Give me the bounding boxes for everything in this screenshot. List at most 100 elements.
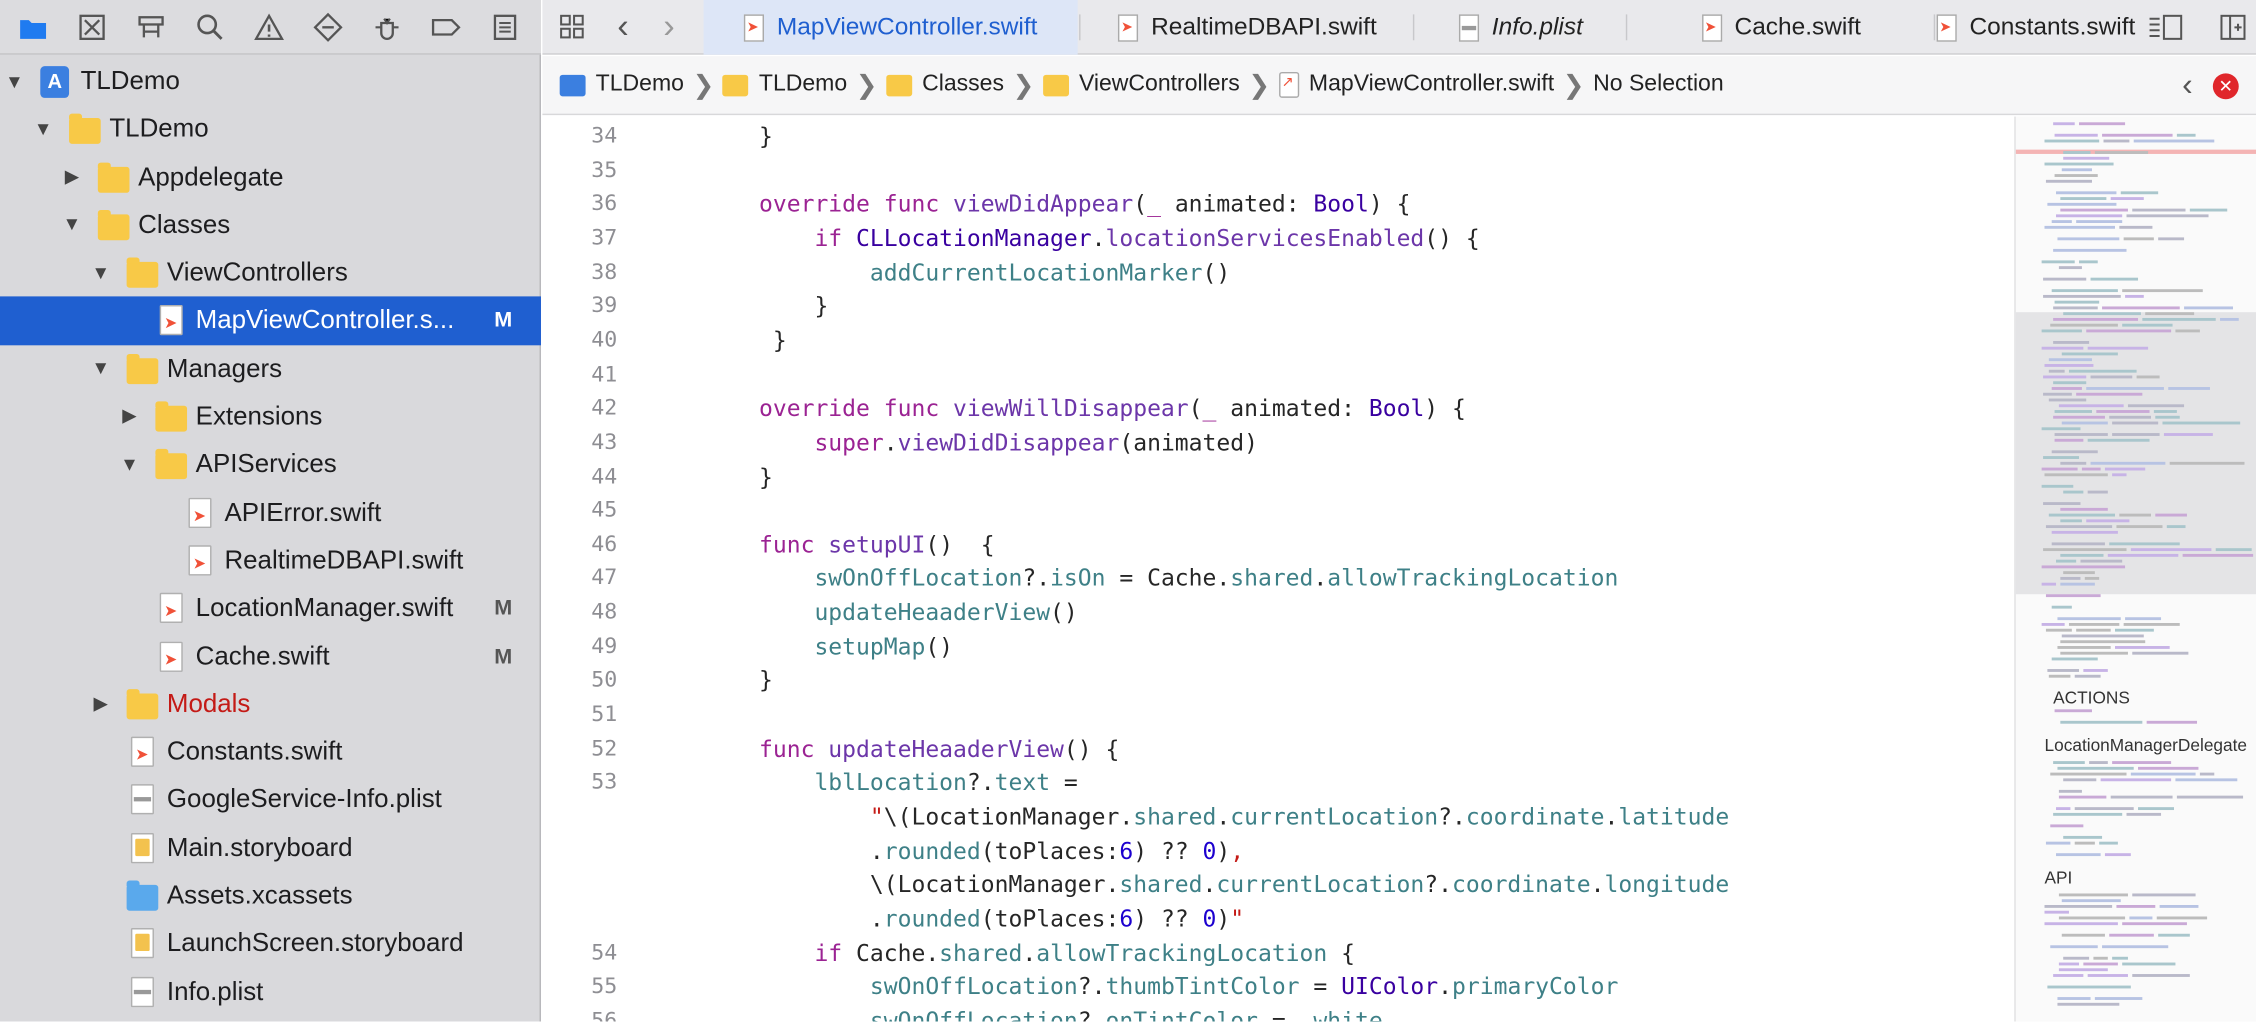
tree-row[interactable]: ▼ ViewControllers (0, 249, 541, 297)
tree-row[interactable]: Info.plist (0, 968, 541, 1016)
tab-separator (1933, 14, 1936, 41)
code-line[interactable]: 55 swOnOffLocation?.thumbTintColor = UIC… (542, 970, 2012, 1004)
minimap-code-line (2083, 669, 2108, 672)
minimap[interactable]: ACTIONS LocationManagerDelegate API (2014, 116, 2256, 1022)
source-control-icon[interactable] (66, 1, 118, 53)
code-token: allowTrackingLocation (1327, 564, 1619, 592)
tree-row[interactable]: ▼ Classes (0, 201, 541, 249)
breadcrumb-item[interactable]: Classes (886, 72, 1004, 98)
back-chevron-icon[interactable]: ‹ (606, 0, 641, 55)
disclosure-open-icon[interactable]: ▼ (63, 214, 82, 236)
editor-tab[interactable]: ➤ RealtimeDBAPI.swift (1081, 0, 1415, 55)
disclosure-closed-icon[interactable]: ▶ (63, 165, 80, 187)
minimap-code-line (2041, 622, 2065, 626)
code-line[interactable]: 49 setupMap() (542, 630, 2012, 664)
code-line[interactable]: \(LocationManager.shared.currentLocation… (542, 868, 2012, 902)
tree-row[interactable]: LaunchScreen.storyboard (0, 920, 541, 968)
code-line[interactable]: 54 if Cache.shared.allowTrackingLocation… (542, 936, 2012, 970)
code-line[interactable]: 53 lblLocation?.text = (542, 766, 2012, 800)
tree-row[interactable]: ▼ Managers (0, 345, 541, 393)
tree-row[interactable]: ▶ Appdelegate (0, 153, 541, 201)
disclosure-closed-icon[interactable]: ▶ (92, 692, 109, 714)
warning-icon[interactable] (243, 1, 295, 53)
hierarchy-icon[interactable] (125, 1, 177, 53)
breadcrumb-item[interactable]: TLDemo (722, 72, 847, 98)
code-line[interactable]: 39 } (542, 290, 2012, 324)
disclosure-closed-icon[interactable]: ▶ (121, 404, 138, 426)
code-line[interactable]: 46 func setupUI() { (542, 528, 2012, 562)
test-icon[interactable] (302, 1, 354, 53)
editor-options-icon[interactable] (2137, 0, 2195, 55)
breakpoint-icon[interactable] (420, 1, 472, 53)
breadcrumb-item[interactable]: ViewControllers (1042, 72, 1240, 98)
code-token: } (703, 292, 829, 320)
code-line[interactable]: 41 (542, 358, 2012, 392)
tree-row[interactable]: ▼ TLDemo (0, 105, 541, 153)
tree-row[interactable]: ▶ Extensions (0, 393, 541, 441)
search-icon[interactable] (184, 1, 236, 53)
editor-tab[interactable]: ➤ MapViewController.swift (703, 0, 1078, 55)
previous-issue-icon[interactable]: ‹ (2182, 68, 2193, 100)
code-line[interactable]: 52 func updateHeaaderView() { (542, 732, 2012, 766)
source-editor[interactable]: 34 } 35 36 override func viewDidAppear(_ a… (542, 116, 2013, 1022)
minimap-code-line (2053, 317, 2139, 321)
code-token: . (1590, 870, 1605, 899)
code-line[interactable]: 43 super.viewDidDisappear(animated) (542, 426, 2012, 460)
tree-row[interactable]: ▼ TLDemo (0, 58, 541, 106)
tree-row[interactable]: ▼ APIServices (0, 441, 541, 489)
code-line[interactable]: 45 (542, 494, 2012, 528)
code-line[interactable]: 50 } (542, 664, 2012, 698)
tree-row[interactable]: ➤ RealtimeDBAPI.swift (0, 537, 541, 585)
tree-row[interactable]: ➤ Constants.swift (0, 728, 541, 776)
code-line[interactable]: 44 } (542, 460, 2012, 494)
line-number: 35 (591, 156, 618, 183)
tree-row[interactable]: ➤ APIError.swift (0, 489, 541, 537)
tree-row[interactable]: Assets.xcassets (0, 872, 541, 920)
tree-row[interactable]: GoogleService-Info.plist (0, 776, 541, 824)
code-line[interactable]: 48 updateHeaaderView() (542, 596, 2012, 630)
editor-tab[interactable]: Info.plist (1414, 0, 1627, 55)
disclosure-open-icon[interactable]: ▼ (5, 70, 24, 92)
breadcrumb-item[interactable]: MapViewController.swift (1278, 71, 1554, 98)
disclosure-open-icon[interactable]: ▼ (91, 261, 110, 283)
breadcrumb-item[interactable]: No Selection (1593, 72, 1724, 98)
code-line[interactable]: .rounded(toPlaces:6) ?? 0)" (542, 902, 2012, 936)
code-line[interactable]: 56 swOnOffLocation?.onTintColor = .white (542, 1004, 2012, 1022)
breadcrumb-item[interactable]: TLDemo (559, 72, 684, 98)
disclosure-open-icon[interactable]: ▼ (91, 357, 110, 379)
code-line[interactable]: .rounded(toPlaces:6) ?? 0), (542, 834, 2012, 868)
tree-row[interactable]: ▶ Modals (0, 680, 541, 728)
minimap-code-line (2142, 317, 2216, 321)
tree-row[interactable]: ➤ Cache.swift M (0, 632, 541, 680)
error-icon[interactable]: ✕ (2212, 73, 2239, 100)
minimap-code-line (2054, 438, 2084, 442)
code-token: . (1091, 224, 1106, 252)
add-editor-icon[interactable] (2211, 0, 2254, 55)
minimap-code-line (2132, 651, 2189, 655)
code-line[interactable]: 38 addCurrentLocationMarker() (542, 256, 2012, 290)
tree-row[interactable]: ➤ MapViewController.s... M (0, 297, 541, 345)
code-line[interactable]: 47 swOnOffLocation?.isOn = Cache.shared.… (542, 562, 2012, 596)
report-icon[interactable] (479, 1, 531, 53)
forward-chevron-icon[interactable]: › (652, 0, 687, 55)
code-line[interactable]: 35 (542, 153, 2012, 187)
code-line[interactable]: 51 (542, 698, 2012, 732)
editor-tab[interactable]: ➤ Cache.swift (1627, 0, 1935, 55)
minimap-code-line (2115, 646, 2170, 649)
code-line[interactable]: 42 override func viewWillDisappear(_ ani… (542, 392, 2012, 426)
minimap-code-line (2044, 162, 2114, 166)
code-line[interactable]: 34 } (542, 119, 2012, 153)
code-line[interactable]: 36 override func viewDidAppear(_ animate… (542, 187, 2012, 221)
code-line[interactable]: 37 if CLLocationManager.locationServices… (542, 221, 2012, 255)
disclosure-open-icon[interactable]: ▼ (120, 453, 139, 475)
folder-icon[interactable] (7, 1, 59, 53)
editor-tab[interactable]: ➤ Constants.swift (1935, 0, 2136, 55)
related-items-icon[interactable] (548, 0, 597, 55)
code-line[interactable]: "\(LocationManager.shared.currentLocatio… (542, 800, 2012, 834)
code-line[interactable]: 40 } (542, 324, 2012, 358)
disclosure-open-icon[interactable]: ▼ (34, 118, 53, 140)
tree-row[interactable]: Main.storyboard (0, 824, 541, 872)
debug-icon[interactable] (361, 1, 413, 53)
tree-row-label: LaunchScreen.storyboard (166, 928, 464, 958)
tree-row[interactable]: ➤ LocationManager.swift M (0, 585, 541, 633)
